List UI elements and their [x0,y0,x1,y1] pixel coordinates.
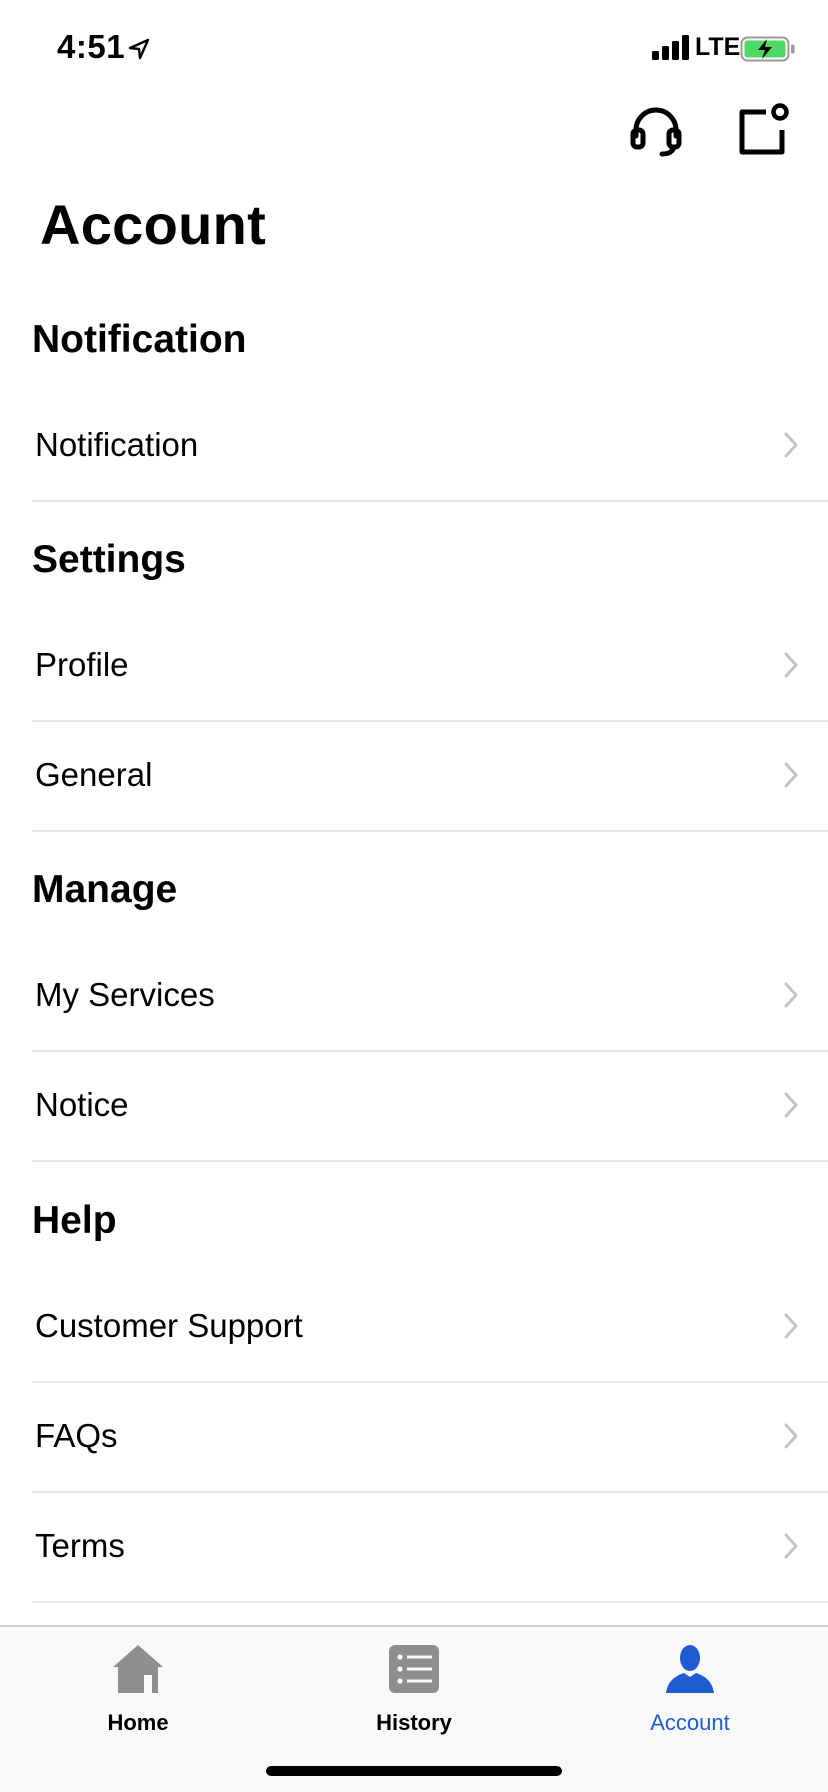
menu-item-label: Terms [35,1527,125,1564]
chevron-right-icon [784,432,798,458]
menu-item-label: FAQs [35,1417,118,1454]
tab-account[interactable]: Account [552,1627,828,1747]
headset-icon[interactable] [628,102,684,158]
chevron-right-icon [784,982,798,1008]
account-screen: 4:51 LTE Account Notification Notificati… [0,0,828,1792]
list-icon [389,1645,439,1693]
home-indicator [266,1766,562,1776]
chevron-right-icon [784,1423,798,1449]
menu-item-general[interactable]: General [32,720,828,832]
chevron-right-icon [784,1313,798,1339]
menu-item-label: General [35,756,153,793]
battery-charging-icon [740,36,795,62]
menu-item-faqs[interactable]: FAQs [32,1381,828,1493]
chevron-right-icon [784,1533,798,1559]
menu-item-customer-support[interactable]: Customer Support [32,1271,828,1383]
menu-item-notice[interactable]: Notice [32,1050,828,1162]
menu-item-profile[interactable]: Profile [32,610,828,722]
section-title-notification: Notification [32,318,247,361]
menu-item-label: Profile [35,646,129,683]
compose-icon[interactable] [736,102,792,158]
menu-item-terms[interactable]: Terms [32,1491,828,1603]
section-title-manage: Manage [32,868,178,911]
tab-history[interactable]: History [276,1627,552,1747]
chevron-right-icon [784,652,798,678]
menu-item-label: Customer Support [35,1307,303,1344]
section-title-settings: Settings [32,538,186,581]
network-type: LTE [695,33,741,61]
chevron-right-icon [784,1092,798,1118]
menu-item-label: Notification [35,426,199,463]
chevron-right-icon [784,762,798,788]
status-time: 4:51 [57,28,126,65]
menu-item-notification[interactable]: Notification [32,390,828,502]
tab-home[interactable]: Home [0,1627,276,1747]
menu-item-my-services[interactable]: My Services [32,940,828,1052]
tab-label: Home [107,1710,169,1735]
menu-item-label: Notice [35,1086,129,1123]
menu-item-label: My Services [35,976,215,1013]
section-title-help: Help [32,1199,117,1242]
home-icon [113,1645,163,1693]
location-arrow-icon [128,38,150,60]
tab-label: Account [650,1710,730,1735]
tab-label: History [376,1710,452,1735]
status-bar: 4:51 LTE [0,0,828,100]
page-title: Account [40,193,267,256]
signal-icon [652,35,689,60]
person-icon [666,1645,714,1693]
